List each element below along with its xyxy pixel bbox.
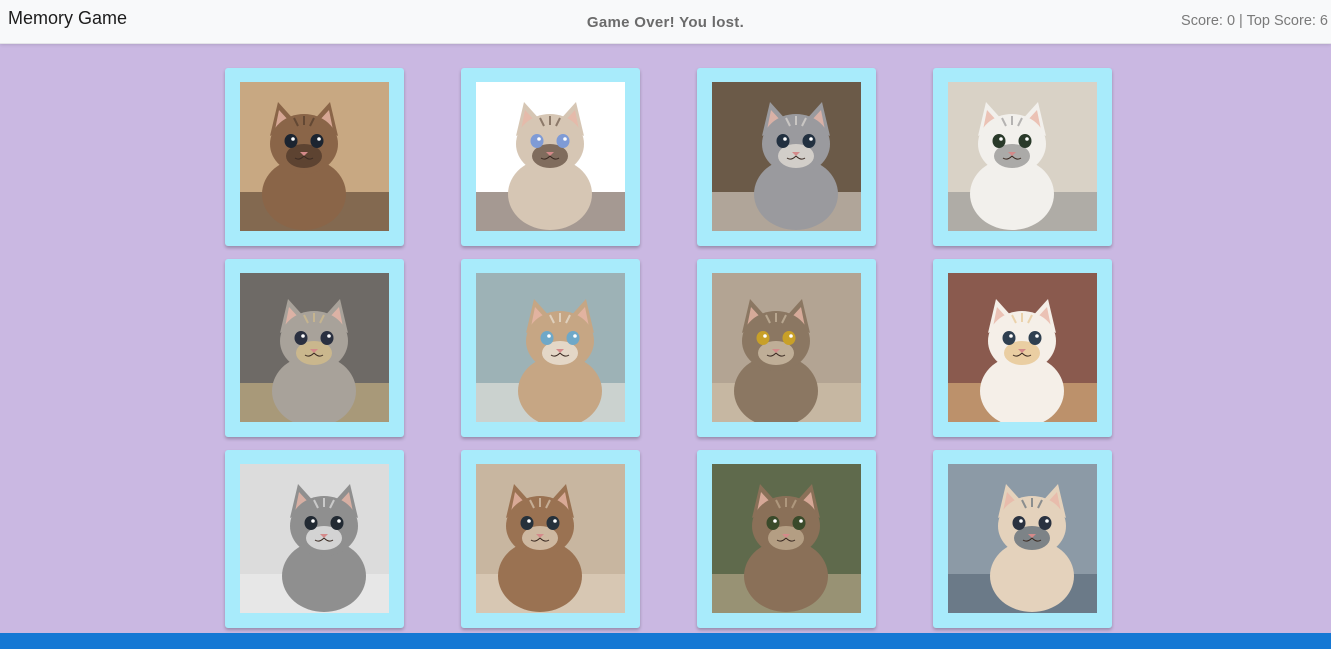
cat-card-bread-cat[interactable] [933, 259, 1112, 437]
cat-card-two-kittens[interactable] [461, 259, 640, 437]
score-display: Score: 0 | Top Score: 6 [1181, 13, 1328, 29]
footer-bar [0, 633, 1331, 649]
cat-card-sitting-tabby[interactable] [697, 450, 876, 628]
cat-photo [712, 464, 861, 613]
cat-card-brown-kitten[interactable] [225, 68, 404, 246]
cat-card-lying-tabby[interactable] [697, 259, 876, 437]
cat-card-striped-kitten[interactable] [225, 450, 404, 628]
cat-photo [712, 82, 861, 231]
cat-photo [476, 273, 625, 422]
cat-photo [948, 464, 1097, 613]
cat-card-kittens-on-rope[interactable] [225, 259, 404, 437]
cat-photo [948, 273, 1097, 422]
cat-card-kittens-in-basket[interactable] [697, 68, 876, 246]
cat-card-kitten-on-sofa[interactable] [933, 450, 1112, 628]
cat-photo [240, 464, 389, 613]
cat-card-kitten-in-blanket[interactable] [461, 450, 640, 628]
navbar: Memory Game Game Over! You lost. Score: … [0, 0, 1331, 44]
game-status-message: Game Over! You lost. [586, 14, 745, 31]
cat-photo [476, 82, 625, 231]
cat-card-exotic-shorthair[interactable] [933, 68, 1112, 246]
cat-card-grumpy-cat[interactable] [461, 68, 640, 246]
cat-photo [476, 464, 625, 613]
cat-photo [240, 82, 389, 231]
cat-photo [948, 82, 1097, 231]
cat-photo [240, 273, 389, 422]
cat-photo [712, 273, 861, 422]
